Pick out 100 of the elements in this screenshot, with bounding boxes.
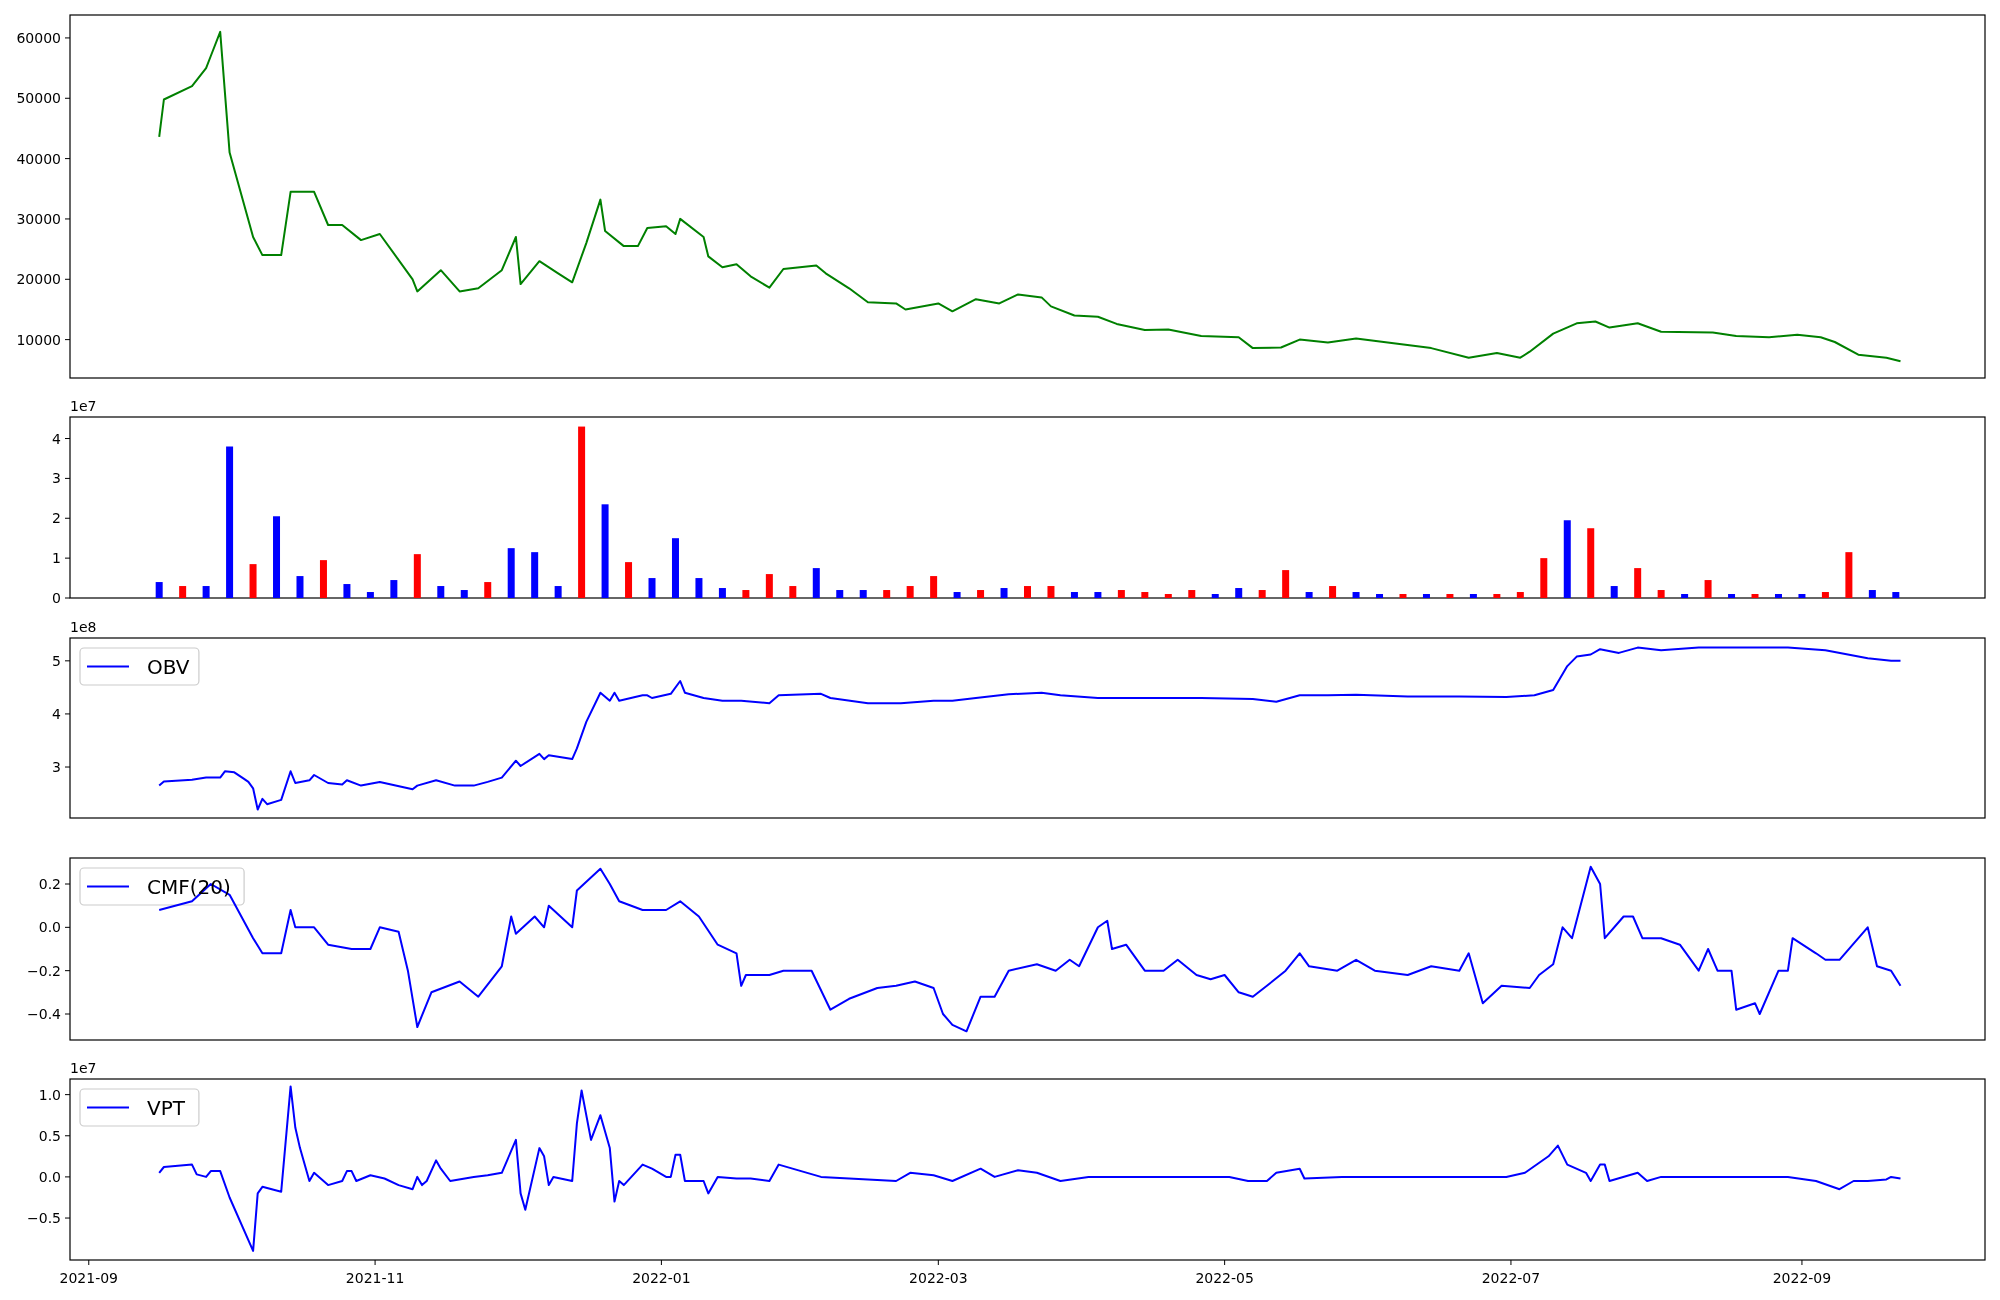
volume-bar [1798, 594, 1806, 598]
tick-mark [64, 37, 71, 39]
tick-mark [64, 1013, 71, 1015]
volume-bar [1305, 592, 1313, 598]
volume-bar [625, 562, 633, 598]
tick-mark [64, 438, 71, 440]
volume-bar [1352, 592, 1360, 598]
tick-mark [64, 158, 71, 160]
volume-bar [1422, 594, 1430, 598]
y-tick-label: 0.2 [38, 876, 61, 892]
volume-bar [1516, 592, 1524, 598]
volume-bar [1024, 586, 1031, 598]
tick-mark [64, 1217, 71, 1219]
y-tick-label: 3 [52, 470, 61, 487]
volume-bar [648, 578, 656, 598]
tick-mark [64, 713, 71, 715]
tick-mark [64, 1135, 71, 1137]
volume-bar [249, 564, 257, 598]
y-tick-label: 60000 [16, 29, 61, 46]
volume-bar [836, 590, 844, 598]
volume-bar [1587, 528, 1595, 598]
y-tick-label: 0.5 [38, 1127, 61, 1144]
tick-mark [64, 278, 71, 280]
y-tick-label: 5 [52, 652, 61, 669]
volume-bar [1282, 570, 1290, 598]
x-tick-label: 2021-11 [345, 1270, 405, 1286]
volume-bar [319, 560, 327, 598]
tick-mark [1510, 1259, 1512, 1266]
tick-mark [64, 517, 71, 519]
volume-bar [1399, 594, 1407, 598]
tick-mark [64, 477, 71, 479]
volume-bar [1493, 594, 1501, 598]
legend-line-icon [86, 665, 130, 668]
tick-mark [64, 660, 71, 662]
volume-bar [437, 586, 445, 598]
volume-bar [1868, 590, 1876, 598]
volume-bar [789, 586, 797, 598]
volume-bar [1704, 580, 1712, 598]
tick-mark [64, 766, 71, 768]
tick-mark [64, 597, 71, 599]
volume-bar [672, 538, 679, 598]
tick-mark [64, 339, 71, 341]
y-tick-label: 10000 [16, 331, 61, 348]
volume-bar [812, 568, 820, 598]
volume-bar [765, 574, 773, 598]
volume-bar [296, 576, 304, 598]
volume-bar [1376, 594, 1383, 598]
volume-bar [202, 586, 210, 598]
volume-bar [343, 584, 351, 598]
tick-mark [64, 1176, 71, 1178]
volume-bar [531, 552, 539, 598]
volume-bar [1141, 592, 1149, 598]
volume-bar [1892, 592, 1900, 598]
volume-bar [1258, 590, 1266, 598]
y-tick-label: 3 [52, 759, 61, 776]
tick-mark [64, 218, 71, 220]
x-tick-label: 2022-05 [1195, 1270, 1254, 1286]
volume-bar [1469, 594, 1477, 598]
y-tick-label: 0.0 [38, 1168, 61, 1185]
legend-line-icon [86, 1106, 130, 1109]
volume-bar [883, 590, 891, 598]
y-tick-label: 0 [52, 590, 61, 606]
x-tick-label: 2022-03 [909, 1270, 968, 1286]
tick-mark [88, 1259, 90, 1266]
volume-bar [484, 582, 492, 598]
volume-bar [1821, 592, 1829, 598]
x-tick-label: 2022-07 [1481, 1270, 1541, 1286]
tick-mark [64, 1094, 71, 1096]
x-tick-label: 2021-09 [59, 1270, 118, 1286]
volume-bar [695, 578, 703, 598]
volume-bar [1094, 592, 1102, 598]
y-tick-label: 0.0 [38, 919, 61, 936]
tick-mark [1801, 1259, 1803, 1266]
volume-bar [1188, 590, 1196, 598]
y-tick-label: 50000 [16, 90, 61, 107]
tick-mark [1224, 1259, 1226, 1266]
volume-bar [1329, 586, 1337, 598]
y-tick-label: 20000 [16, 271, 61, 288]
volume-bar [1070, 592, 1078, 598]
volume-bar [460, 590, 468, 598]
volume-bar [1610, 586, 1618, 598]
volume-bar [718, 588, 726, 598]
volume-bar [155, 582, 163, 598]
volume-bar [953, 592, 961, 598]
tick-mark [660, 1259, 662, 1266]
tick-mark [64, 970, 71, 972]
volume-bar [977, 590, 985, 598]
y-tick-label: 1 [52, 550, 61, 567]
volume-bar [1775, 594, 1782, 598]
y-tick-label: 1.0 [38, 1086, 61, 1103]
volume-bar [1634, 568, 1642, 598]
y-tick-label: −0.2 [27, 962, 61, 979]
axis-scale-label: 1e7 [70, 1060, 97, 1076]
volume-bar [554, 586, 562, 598]
volume-bar [390, 580, 398, 598]
y-tick-label: 30000 [16, 210, 61, 227]
volume-bar [179, 586, 187, 598]
y-tick-label: 40000 [16, 150, 61, 167]
volume-bar [1117, 590, 1125, 598]
volume-bar [1000, 588, 1008, 598]
